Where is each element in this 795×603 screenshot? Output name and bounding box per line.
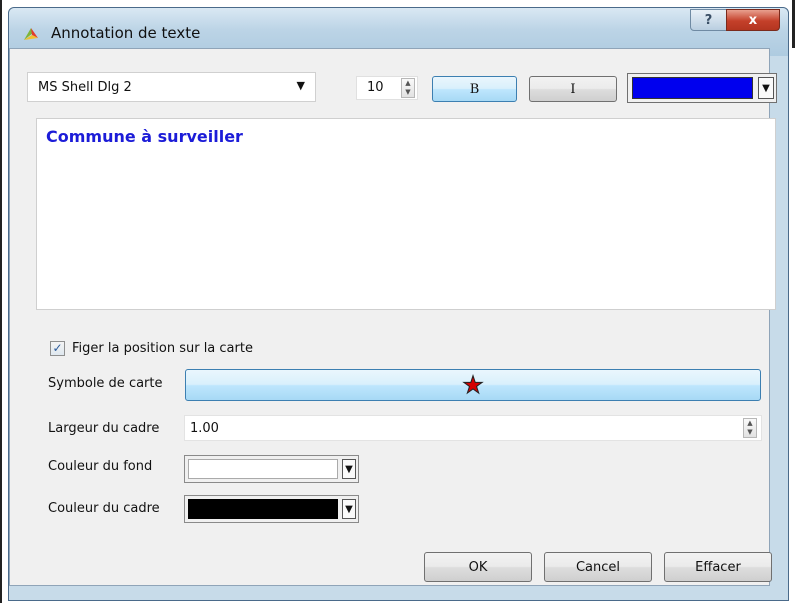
- dropdown-arrow-icon[interactable]: ▼: [342, 499, 356, 519]
- font-size-value: 10: [367, 80, 384, 95]
- frame-width-value: 1.00: [190, 421, 219, 436]
- cancel-button[interactable]: Cancel: [544, 552, 652, 582]
- bold-button[interactable]: B: [432, 76, 517, 102]
- dropdown-arrow-icon[interactable]: ▼: [758, 77, 774, 99]
- dropdown-arrow-icon[interactable]: ▼: [342, 459, 356, 479]
- fix-position-checkbox[interactable]: ✓: [50, 341, 65, 356]
- frame-color-label: Couleur du cadre: [48, 501, 160, 516]
- text-color-button[interactable]: ▼: [627, 73, 777, 103]
- font-family-value: MS Shell Dlg 2: [38, 80, 132, 95]
- map-symbol-label: Symbole de carte: [48, 376, 163, 391]
- close-button[interactable]: x: [726, 9, 780, 31]
- window-title: Annotation de texte: [51, 24, 201, 42]
- annotation-text: Commune à surveiller: [46, 127, 243, 146]
- map-symbol-button[interactable]: ★: [185, 369, 761, 401]
- chevron-down-icon: ▼: [296, 79, 305, 92]
- qgis-app-icon: [24, 28, 38, 40]
- spin-arrows-icon[interactable]: ▲ ▼: [743, 418, 757, 438]
- background-color-button[interactable]: ▼: [184, 455, 359, 483]
- frame-color-swatch: [188, 499, 338, 519]
- background-window-edge: [0, 0, 2, 603]
- annotation-text-editor[interactable]: Commune à surveiller: [36, 118, 776, 310]
- ok-button[interactable]: OK: [424, 552, 532, 582]
- background-color-swatch: [188, 459, 338, 479]
- frame-width-spinbox[interactable]: 1.00 ▲ ▼: [184, 415, 762, 441]
- italic-button[interactable]: I: [529, 76, 617, 102]
- font-size-spinbox[interactable]: 10 ▲ ▼: [356, 76, 418, 100]
- background-color-label: Couleur du fond: [48, 459, 153, 474]
- fix-position-label[interactable]: Figer la position sur la carte: [72, 341, 253, 356]
- text-color-swatch: [632, 77, 753, 99]
- font-family-combobox[interactable]: MS Shell Dlg 2 ▼: [27, 72, 316, 102]
- spin-arrows-icon[interactable]: ▲ ▼: [401, 78, 415, 98]
- clear-button[interactable]: Effacer: [664, 552, 772, 582]
- help-button[interactable]: ?: [690, 9, 727, 31]
- frame-width-label: Largeur du cadre: [48, 421, 160, 436]
- frame-color-button[interactable]: ▼: [184, 495, 359, 523]
- red-star-icon: ★: [462, 371, 484, 399]
